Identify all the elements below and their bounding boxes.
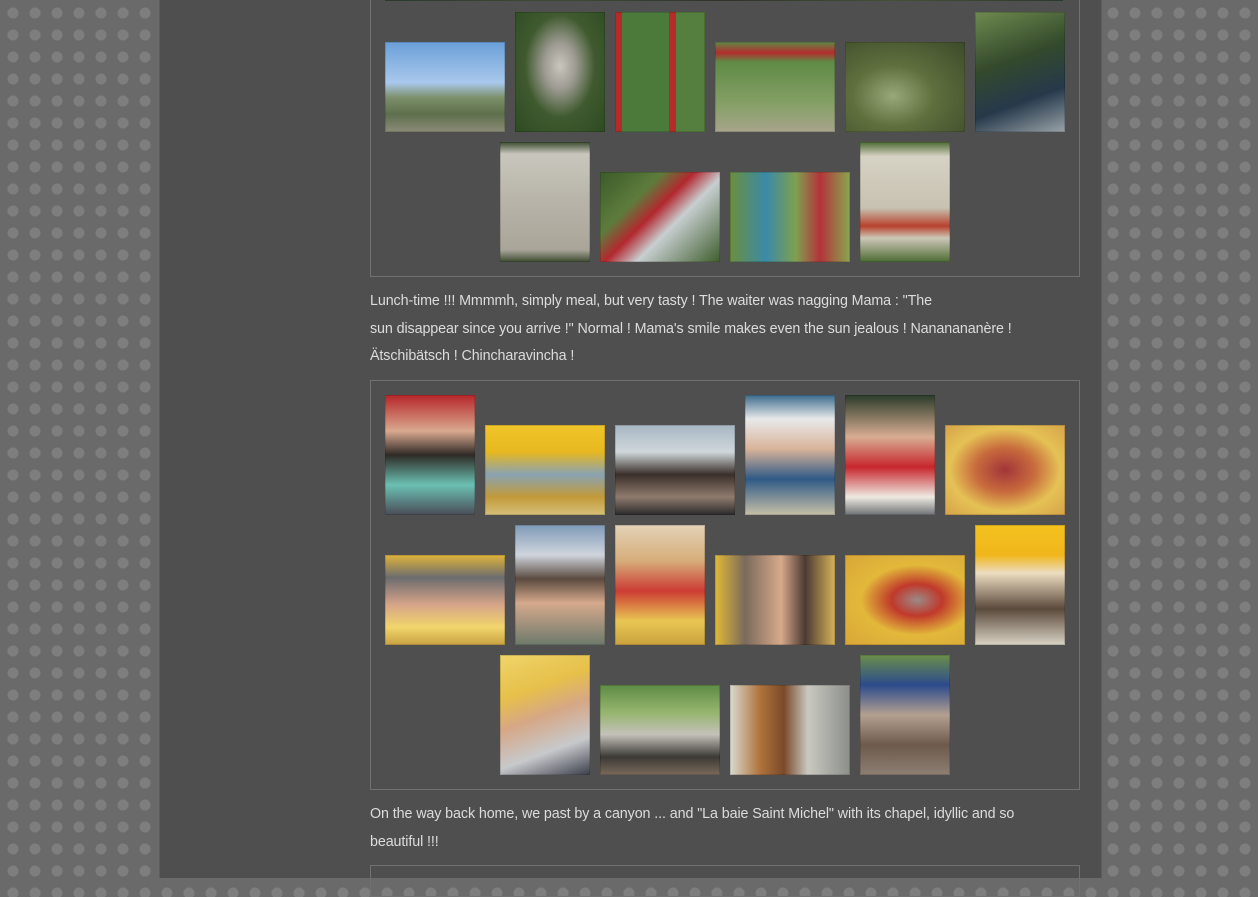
photo-thumbnail-garden-plants[interactable] [845, 42, 965, 132]
paragraph-line: sun disappear since you arrive !" Normal… [370, 320, 1012, 337]
photo-thumbnail-hands-crafting[interactable] [615, 525, 705, 645]
photo-thumbnail-lavender-bundles[interactable] [860, 655, 950, 775]
photo-gallery-canyon [370, 865, 1080, 897]
photo-thumbnail-torii-gate[interactable] [715, 42, 835, 132]
photo-thumbnail-women-table[interactable] [615, 425, 735, 515]
photo-thumbnail-girl-weaving[interactable] [515, 525, 605, 645]
photo-thumbnail-information-board[interactable] [860, 142, 950, 262]
paragraph-line: Ätschibätsch ! Chincharavincha ! [370, 348, 575, 364]
photo-thumbnail-girl-crafting[interactable] [715, 555, 835, 645]
photo-thumbnail-red-bridge[interactable] [600, 172, 720, 262]
photo-thumbnail-market-stall[interactable] [975, 525, 1065, 645]
photo-thumbnail-man-eating[interactable] [745, 395, 835, 515]
photo-thumbnail-girl-plate[interactable] [845, 395, 935, 515]
photo-thumbnail-garden-map[interactable] [500, 142, 590, 262]
photo-thumbnail-craft-table[interactable] [385, 555, 505, 645]
photo-thumbnail-distiller[interactable] [730, 685, 850, 775]
photo-thumbnail-stone-lantern[interactable] [515, 12, 605, 132]
photo-thumbnail-two-girls[interactable] [730, 172, 850, 262]
paragraph-canyon: On the way back home, we past by a canyo… [370, 801, 1082, 856]
page-column: Lunch-time !!! Mmmmh, simply meal, but v… [159, 0, 1102, 897]
photo-thumbnail-crowd-square[interactable] [600, 685, 720, 775]
photo-thumbnail-lavender-craft[interactable] [945, 425, 1065, 515]
paragraph-line: beautiful !!! [370, 833, 439, 850]
photo-thumbnail-torii-couple[interactable] [615, 12, 705, 132]
photo-thumbnail-boy-lavender[interactable] [500, 655, 590, 775]
photo-thumbnail-lavender-weave[interactable] [845, 555, 965, 645]
photo-thumbnail-girl-eating[interactable] [385, 395, 475, 515]
paragraph-line: On the way back home, we past by a canyo… [370, 806, 1015, 822]
paragraph-lunch: Lunch-time !!! Mmmmh, simply meal, but v… [370, 288, 1082, 371]
photo-thumbnail-fair-arch[interactable] [485, 425, 605, 515]
photo-thumbnail-man-resting[interactable] [975, 12, 1065, 132]
paragraph-line: Lunch-time !!! Mmmmh, simply meal, but v… [370, 293, 932, 309]
photo-thumbnail-mountain-landscape[interactable] [385, 42, 505, 132]
